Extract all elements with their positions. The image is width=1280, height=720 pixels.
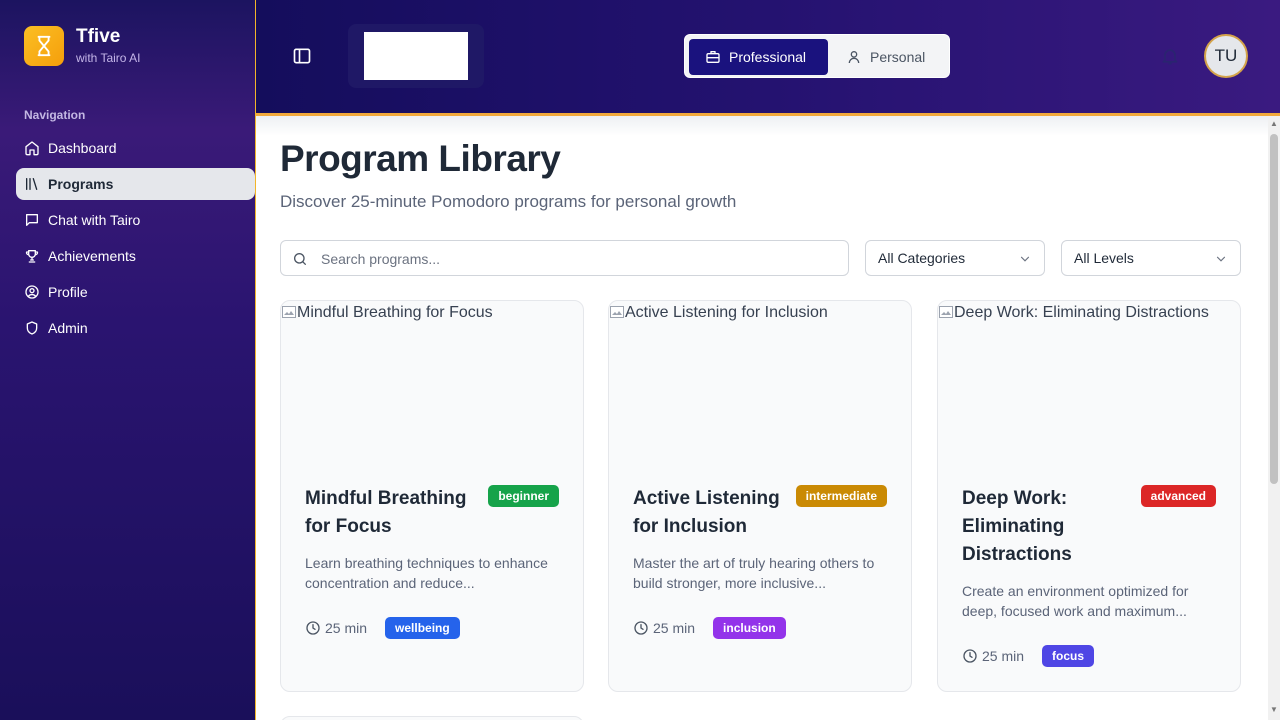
mode-personal-label: Personal (870, 49, 926, 65)
scrollbar-thumb[interactable] (1270, 134, 1278, 484)
brand-subtitle: with Tairo AI (76, 51, 141, 65)
sidebar-item-label: Programs (48, 176, 114, 192)
category-select[interactable]: All Categories (865, 240, 1045, 276)
program-image-alt: Active Listening for Inclusion (625, 304, 828, 321)
program-duration: 25 min (982, 648, 1025, 664)
program-description: Create an environment optimized for deep… (962, 583, 1189, 619)
page-title: Program Library (280, 138, 561, 179)
user-avatar[interactable]: TU (1204, 34, 1248, 78)
clock-icon (306, 621, 320, 635)
sidebar-item-label: Admin (48, 320, 88, 336)
sidebar-item-profile[interactable]: Profile (16, 276, 255, 308)
search-box[interactable] (280, 240, 849, 276)
program-card[interactable]: Active Listening for Inclusion Active Li… (608, 300, 912, 692)
broken-image-icon (939, 306, 953, 318)
program-title: Mindful Breathing for Focus (305, 488, 467, 537)
mode-professional-button[interactable]: Professional (689, 39, 828, 75)
sidebar-item-label: Dashboard (48, 140, 117, 156)
sidebar-toggle-icon[interactable] (292, 46, 312, 66)
chevron-down-icon (1020, 256, 1030, 262)
sidebar-nav: Dashboard Programs Chat with Tairo Achie… (16, 132, 255, 348)
user-circle-icon (24, 284, 40, 300)
main-content: Program Library Discover 25-minute Pomod… (256, 116, 1268, 720)
user-icon (848, 51, 860, 64)
program-card-partial[interactable] (280, 716, 584, 720)
search-input[interactable] (321, 249, 821, 269)
program-meta: 25 min focus (962, 645, 1095, 667)
trophy-icon (24, 248, 40, 264)
clock-icon (634, 621, 648, 635)
program-card[interactable]: Mindful Breathing for Focus Mindful Brea… (280, 300, 584, 692)
header-logo-slot (348, 24, 484, 88)
sidebar-item-achievements[interactable]: Achievements (16, 240, 255, 272)
home-icon (24, 140, 40, 156)
sidebar: Tfive with Tairo AI Navigation Dashboard… (0, 0, 256, 720)
hourglass-icon (24, 26, 64, 66)
level-badge: beginner (488, 485, 559, 507)
mode-switch: Professional Personal (684, 34, 950, 78)
sidebar-item-dashboard[interactable]: Dashboard (16, 132, 255, 164)
program-meta: 25 min inclusion (633, 617, 786, 639)
category-select-value: All Categories (878, 250, 966, 266)
sidebar-item-admin[interactable]: Admin (16, 312, 255, 344)
notification-bell-icon[interactable] (1160, 46, 1180, 66)
program-duration: 25 min (325, 620, 368, 636)
program-card[interactable]: Deep Work: Eliminating Distractions Deep… (937, 300, 1241, 692)
program-image: Mindful Breathing for Focus (281, 301, 583, 461)
level-select[interactable]: All Levels (1061, 240, 1241, 276)
library-icon (24, 176, 40, 192)
sidebar-item-programs[interactable]: Programs (16, 168, 255, 200)
brand-name: Tfive (76, 26, 121, 47)
category-tag: focus (1042, 645, 1095, 667)
sidebar-item-label: Profile (48, 284, 88, 300)
scroll-down-arrow-icon[interactable]: ▼ (1270, 706, 1278, 714)
header-shadow (256, 116, 1268, 136)
level-badge: intermediate (795, 485, 887, 507)
program-duration: 25 min (653, 620, 696, 636)
page-subtitle: Discover 25-minute Pomodoro programs for… (280, 192, 737, 211)
category-tag: inclusion (713, 617, 786, 639)
program-title: Deep Work: Eliminating Distractions (962, 488, 1072, 565)
category-tag: wellbeing (385, 617, 460, 639)
top-header: Professional Personal TU (256, 0, 1280, 116)
sidebar-item-label: Chat with Tairo (48, 212, 141, 228)
program-image: Deep Work: Eliminating Distractions (938, 301, 1240, 461)
mode-professional-label: Professional (729, 49, 807, 65)
page-scrollbar[interactable]: ▲ ▼ (1268, 116, 1280, 720)
program-description: Master the art of truly hearing others t… (633, 555, 875, 591)
level-select-value: All Levels (1074, 250, 1134, 266)
chevron-down-icon (1216, 256, 1226, 262)
header-logo-placeholder (364, 32, 468, 80)
search-icon (294, 252, 306, 265)
program-image: Active Listening for Inclusion (609, 301, 911, 461)
briefcase-icon (706, 51, 720, 63)
chat-icon (24, 212, 40, 228)
scroll-up-arrow-icon[interactable]: ▲ (1270, 120, 1278, 128)
program-meta: 25 min wellbeing (305, 617, 460, 639)
broken-image-icon (610, 306, 624, 318)
program-image-alt: Mindful Breathing for Focus (297, 304, 493, 321)
broken-image-icon (282, 306, 296, 318)
shield-icon (24, 320, 40, 336)
nav-heading: Navigation (24, 108, 86, 122)
mode-personal-button[interactable]: Personal (834, 39, 944, 75)
sidebar-item-label: Achievements (48, 248, 136, 264)
program-image-alt: Deep Work: Eliminating Distractions (954, 304, 1209, 321)
program-title: Active Listening for Inclusion (633, 488, 780, 537)
program-description: Learn breathing techniques to enhance co… (305, 555, 548, 591)
level-badge: advanced (1140, 485, 1216, 507)
sidebar-item-chat[interactable]: Chat with Tairo (16, 204, 255, 236)
brand[interactable]: Tfive with Tairo AI (24, 26, 140, 66)
clock-icon (963, 649, 977, 663)
